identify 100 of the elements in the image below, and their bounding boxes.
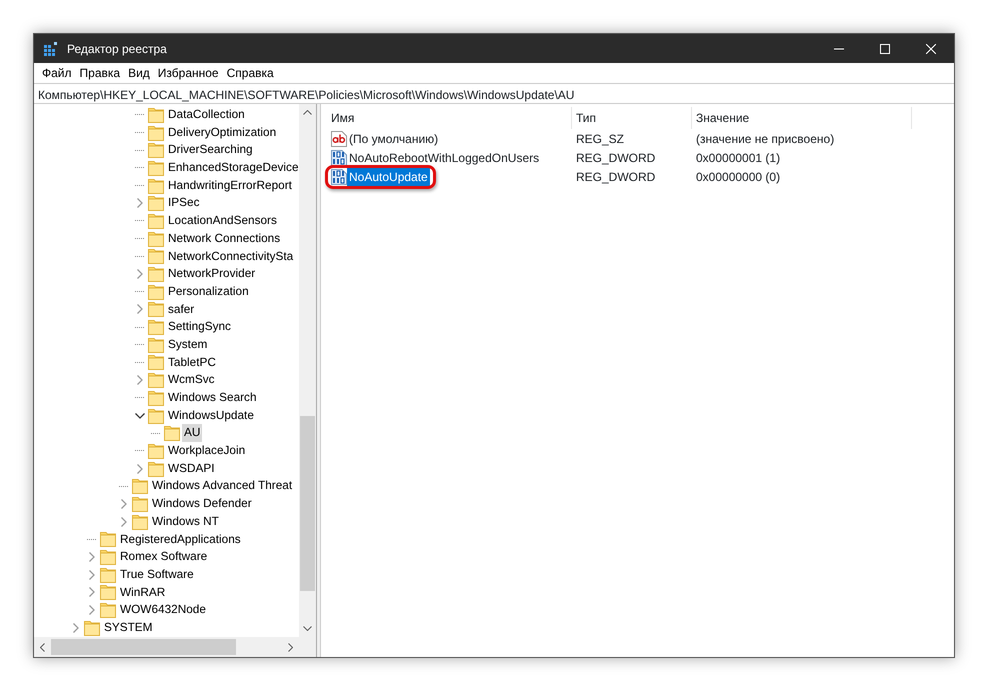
tree-item[interactable]: WOW6432Node	[118, 601, 208, 619]
expand-chevron-icon[interactable]	[71, 622, 81, 633]
expand-chevron-icon[interactable]	[135, 304, 145, 314]
tree-item[interactable]: Personalization	[166, 282, 251, 301]
value-data: 0x00000000 (0)	[695, 168, 782, 186]
address-bar[interactable]: Компьютер\HKEY_LOCAL_MACHINE\SOFTWARE\Policies\Microsoft\Windows\WindowsUpdate\AU	[34, 83, 954, 104]
folder-icon	[100, 531, 116, 548]
folder-icon	[148, 124, 164, 141]
tree-item[interactable]: EnhancedStorageDevice	[166, 159, 299, 177]
folder-icon	[148, 336, 164, 353]
menu-item[interactable]: Справка	[222, 64, 278, 82]
expand-chevron-icon[interactable]	[119, 498, 129, 509]
expand-chevron-icon[interactable]	[135, 464, 145, 474]
expand-chevron-icon[interactable]	[135, 269, 145, 280]
scroll-left-icon	[40, 642, 45, 652]
folder-icon	[132, 514, 148, 530]
folder-icon	[100, 566, 116, 583]
tree-item[interactable]: DataCollection	[166, 106, 247, 124]
expand-chevron-icon[interactable]	[87, 570, 97, 580]
value-type: REG_DWORD	[575, 150, 656, 166]
expand-chevron-icon[interactable]	[135, 198, 145, 208]
folder-icon	[148, 178, 164, 194]
binary-value-icon	[331, 150, 347, 166]
maximize-icon	[880, 44, 890, 54]
scroll-right-icon	[288, 642, 293, 652]
expand-chevron-icon[interactable]	[87, 587, 97, 598]
scroll-thumb[interactable]	[51, 639, 236, 655]
expand-chevron-icon[interactable]	[135, 375, 145, 386]
tree-item[interactable]: HandwritingErrorReport	[166, 176, 294, 194]
tree-item[interactable]: IPSec	[166, 194, 202, 212]
tree-item[interactable]: True Software	[118, 566, 196, 584]
column-header[interactable]: Имя	[327, 107, 572, 129]
column-header[interactable]: Тип	[572, 107, 692, 129]
folder-icon	[148, 106, 164, 123]
tree-item[interactable]: RegisteredApplications	[118, 530, 243, 548]
menu-item[interactable]: Файл	[38, 64, 76, 82]
folder-icon	[148, 460, 164, 477]
tree-item[interactable]: TabletPC	[166, 354, 218, 372]
folder-icon	[132, 478, 148, 494]
binary-value-icon	[331, 168, 347, 184]
tree-item[interactable]: Windows NT	[150, 512, 221, 530]
tree-item[interactable]: SYSTEM	[102, 618, 155, 637]
tree-item[interactable]: Windows Search	[166, 389, 259, 407]
tree-item[interactable]: DeliveryOptimization	[166, 124, 278, 142]
scroll-down-icon	[303, 626, 312, 631]
folder-icon	[100, 549, 116, 566]
scroll-up-icon	[303, 110, 312, 115]
tree-item[interactable]: AU	[182, 424, 202, 442]
tree-item[interactable]: System	[166, 336, 210, 354]
folder-icon	[148, 319, 164, 336]
folder-icon	[164, 425, 180, 442]
tree-item[interactable]: NetworkProvider	[166, 265, 258, 283]
string-value-icon	[331, 130, 347, 146]
menu-item[interactable]: Правка	[76, 64, 124, 82]
expand-chevron-icon[interactable]	[119, 516, 129, 527]
value-type: REG_DWORD	[575, 168, 656, 186]
folder-icon	[148, 284, 164, 300]
tree-item[interactable]: WSDAPI	[166, 460, 217, 478]
folder-icon	[100, 602, 116, 618]
folder-icon	[148, 142, 164, 158]
folder-icon	[148, 354, 164, 370]
tree-item[interactable]: Network Connections	[166, 230, 282, 248]
menu-item[interactable]: Вид	[124, 64, 154, 82]
window-title: Редактор реестра	[67, 40, 167, 58]
tree-item[interactable]: DriverSearching	[166, 141, 255, 160]
collapse-chevron-icon[interactable]	[135, 410, 145, 421]
horizontal-scrollbar[interactable]	[34, 637, 316, 657]
tree-item[interactable]: Windows Advanced Threat	[150, 477, 294, 496]
vertical-scrollbar[interactable]	[299, 104, 316, 637]
tree-item[interactable]: NetworkConnectivitySta	[166, 248, 296, 266]
expand-chevron-icon[interactable]	[87, 552, 97, 562]
close-icon	[926, 44, 936, 54]
menu-item[interactable]: Избранное	[154, 64, 223, 82]
tree-item[interactable]: WcmSvc	[166, 371, 217, 389]
column-header[interactable]: Значение	[692, 107, 912, 129]
folder-icon	[148, 372, 164, 388]
tree-item[interactable]: WinRAR	[118, 584, 168, 602]
expand-chevron-icon[interactable]	[87, 605, 97, 616]
tree-item[interactable]: Romex Software	[118, 548, 210, 566]
value-name[interactable]: NoAutoRebootWithLoggedOnUsers	[347, 148, 542, 166]
scroll-thumb[interactable]	[300, 416, 315, 591]
tree-item[interactable]: safer	[166, 300, 196, 318]
tree-item[interactable]: WorkplaceJoin	[166, 442, 248, 460]
folder-icon	[148, 212, 164, 229]
folder-icon	[148, 390, 164, 406]
app-icon	[43, 40, 59, 56]
folder-icon	[148, 160, 164, 176]
folder-icon	[100, 584, 116, 600]
folder-icon	[84, 620, 100, 636]
folder-icon	[148, 442, 164, 459]
tree-item[interactable]: WindowsUpdate	[166, 406, 256, 424]
value-name[interactable]: NoAutoUpdate	[347, 168, 430, 186]
folder-icon	[148, 195, 164, 212]
folder-icon	[148, 248, 164, 264]
value-type: REG_SZ	[575, 130, 626, 148]
tree-item[interactable]: SettingSync	[166, 318, 233, 336]
value-name[interactable]: (По умолчанию)	[347, 130, 440, 148]
folder-icon	[148, 301, 164, 318]
tree-item[interactable]: Windows Defender	[150, 495, 254, 513]
tree-item[interactable]: LocationAndSensors	[166, 212, 279, 230]
